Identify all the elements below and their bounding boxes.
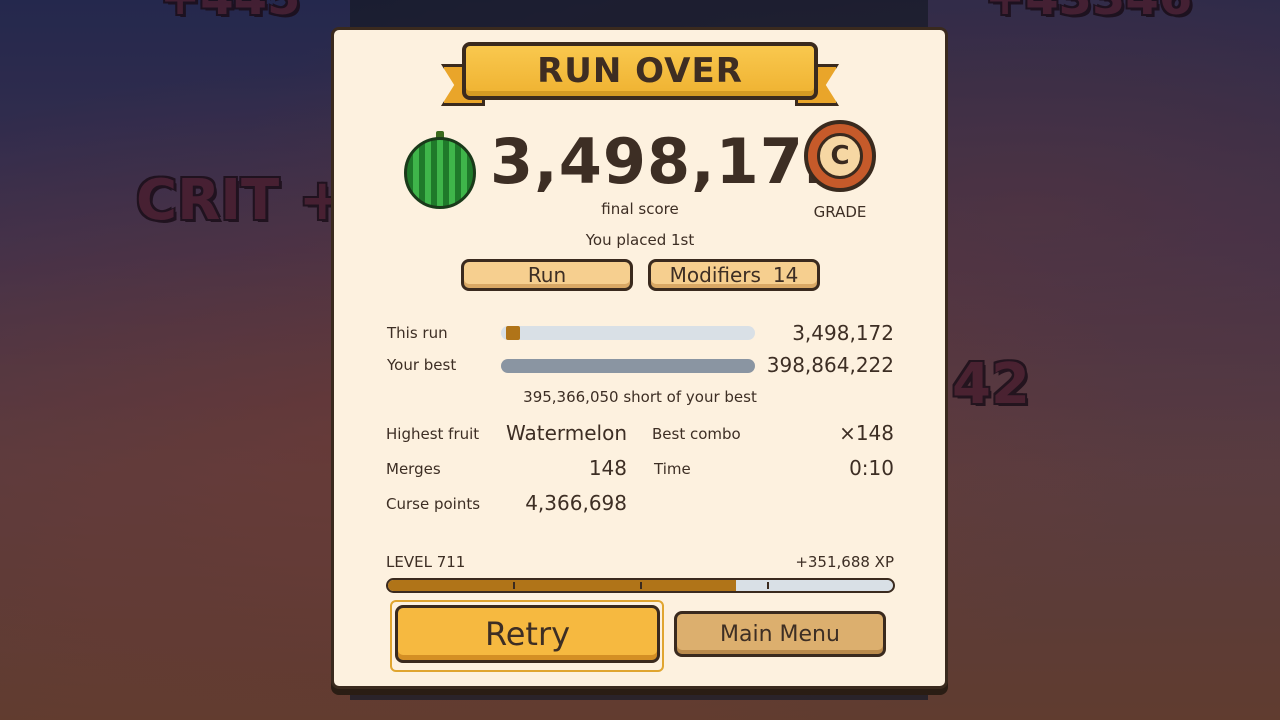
xp-progress-fill [388,580,737,591]
this-run-bar-fill [506,326,520,340]
short-of-best-text: 395,366,050 short of your best [523,388,757,406]
time-value: 0:10 [849,456,894,480]
curse-points-label: Curse points [386,495,481,513]
watermelon-icon [404,137,476,209]
xp-tick [513,582,515,589]
xp-tick [640,582,642,589]
xp-gained: +351,688 XP [795,553,894,571]
this-run-label: This run [387,324,448,342]
best-label: Your best [387,356,457,374]
best-combo-label: Best combo [652,425,741,443]
tab-modifiers-label: Modifiers [669,263,761,287]
tab-run-label: Run [527,263,567,287]
final-score: 3,498,172 [490,125,849,198]
tab-run[interactable]: Run [461,259,633,291]
best-combo-value: ×148 [839,421,894,445]
best-bar-fill [501,359,755,373]
main-menu-button[interactable]: Main Menu [674,611,886,657]
this-run-value: 3,498,172 [792,321,894,345]
highest-fruit-label: Highest fruit [386,425,480,443]
xp-progress-bar [386,578,895,593]
tab-modifiers[interactable]: Modifiers 14 [648,259,820,291]
curse-points-value: 4,366,698 [525,491,627,515]
grade-label: GRADE [813,203,867,221]
grade-letter: C [817,133,863,179]
merges-label: Merges [386,460,441,478]
this-run-bar [501,326,755,340]
main-menu-button-label: Main Menu [720,621,840,647]
time-label: Time [654,460,691,478]
retry-button[interactable]: Retry [395,605,660,663]
final-score-label: final score [601,200,679,218]
retry-button-label: Retry [484,615,571,653]
dialog-title: RUN OVER [462,42,818,100]
level-label: LEVEL 711 [386,553,466,571]
grade-badge: C [804,120,876,192]
placement-text: You placed 1st [585,231,695,249]
merges-value: 148 [588,456,627,480]
highest-fruit-value: Watermelon [505,421,627,445]
modifiers-count: 14 [772,263,799,287]
xp-tick [767,582,769,589]
best-value: 398,864,222 [766,353,894,377]
